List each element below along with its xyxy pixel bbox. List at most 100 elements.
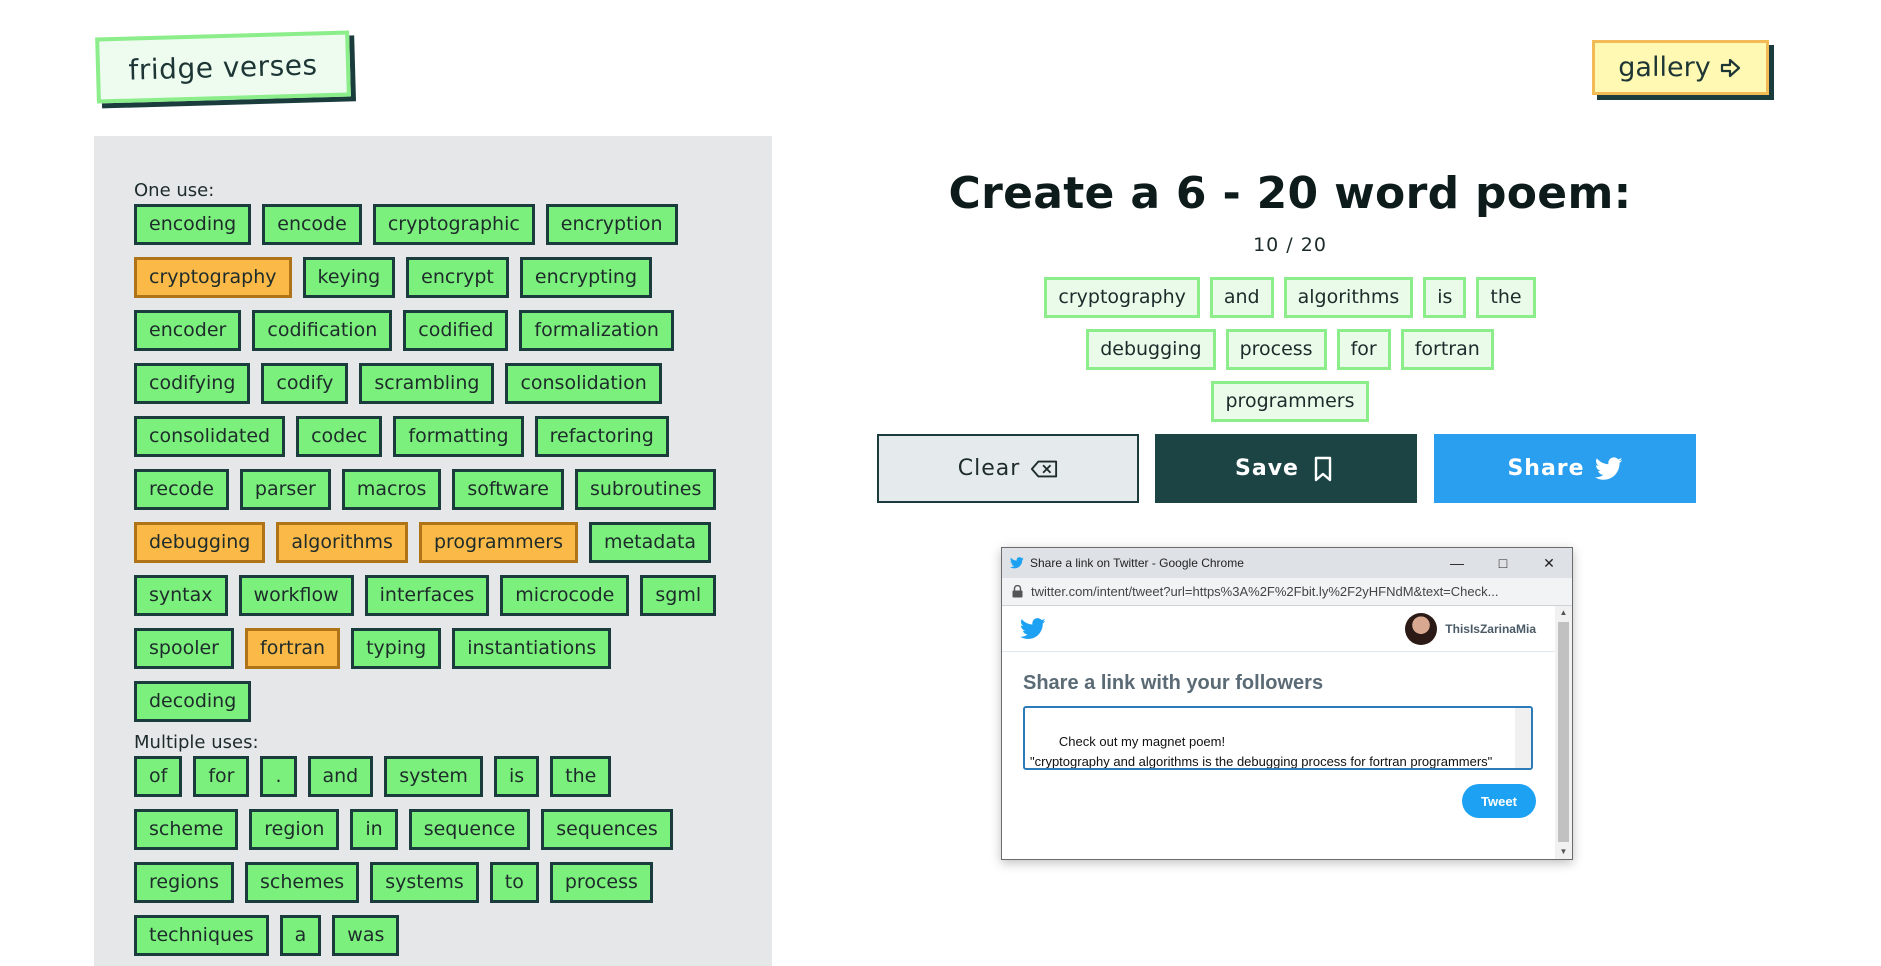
address-bar[interactable]: twitter.com/intent/tweet?url=https%3A%2F… (1002, 578, 1572, 606)
word-tile[interactable]: subroutines (574, 469, 717, 510)
poem-word[interactable]: algorithms (1283, 277, 1414, 318)
word-tile[interactable]: systems (370, 862, 479, 903)
word-tile[interactable]: syntax (134, 575, 228, 616)
word-bank-panel: One use: encoding encode cryptographic encr… (94, 136, 772, 966)
word-tile[interactable]: to (489, 862, 539, 903)
avatar (1405, 612, 1438, 645)
word-tile[interactable]: sgml (640, 575, 717, 616)
poem-word[interactable]: programmers (1211, 381, 1369, 422)
word-tile[interactable]: recode (134, 469, 229, 510)
word-tile[interactable]: typing (351, 628, 442, 669)
close-icon[interactable]: ✕ (1526, 548, 1572, 578)
word-tile[interactable]: spooler (134, 628, 234, 669)
word-tile[interactable]: of (134, 756, 183, 797)
word-tile[interactable]: encrypting (519, 257, 653, 298)
word-tile[interactable]: encode (262, 204, 362, 245)
word-tile[interactable]: regions (134, 862, 234, 903)
textarea-scrollbar[interactable] (1515, 708, 1531, 768)
minimize-icon[interactable]: — (1434, 548, 1480, 578)
word-tile[interactable]: techniques (134, 915, 269, 956)
tweet-button[interactable]: Tweet (1462, 784, 1536, 818)
word-tile[interactable]: microcode (500, 575, 630, 616)
word-tile[interactable]: parser (239, 469, 331, 510)
word-tile[interactable]: macros (341, 469, 442, 510)
word-tile[interactable]: encoding (134, 204, 252, 245)
word-tile[interactable]: codification (252, 310, 393, 351)
word-tile[interactable]: debugging (134, 522, 266, 563)
word-tile[interactable]: is (493, 756, 540, 797)
word-tile[interactable]: scrambling (359, 363, 495, 404)
gallery-label: gallery (1618, 52, 1711, 83)
word-tile[interactable]: sequences (541, 809, 673, 850)
gallery-button[interactable]: gallery (1592, 40, 1769, 95)
word-tile[interactable]: region (249, 809, 340, 850)
word-tile[interactable]: refactoring (534, 416, 669, 457)
word-tile[interactable]: fortran (245, 628, 341, 669)
one-use-label: One use: (134, 180, 215, 201)
word-tile[interactable]: sequence (408, 809, 531, 850)
tweet-text: Check out my magnet poem! "cryptography … (1030, 734, 1493, 769)
tweet-textarea[interactable]: Check out my magnet poem! "cryptography … (1023, 706, 1533, 770)
word-tile[interactable]: codifying (134, 363, 251, 404)
word-tile[interactable]: cryptography (134, 257, 292, 298)
word-tile[interactable]: . (260, 756, 297, 797)
word-tile[interactable]: codify (261, 363, 349, 404)
twitter-username: ThisIsZarinaMia (1445, 621, 1536, 636)
word-tile[interactable]: encryption (545, 204, 678, 245)
word-tile[interactable]: algorithms (276, 522, 408, 563)
twitter-bird-icon (1594, 456, 1623, 480)
word-tile[interactable]: software (452, 469, 564, 510)
word-tile[interactable]: encrypt (406, 257, 509, 298)
word-tile[interactable]: formalization (519, 310, 674, 351)
word-tile[interactable]: consolidation (505, 363, 662, 404)
word-tile[interactable]: scheme (134, 809, 239, 850)
poem-area: cryptography and algorithms is the debugging p… (1020, 277, 1560, 422)
poem-word[interactable]: fortran (1400, 329, 1494, 370)
save-button[interactable]: Save (1155, 434, 1417, 503)
page-title: Create a 6 - 20 word poem: (948, 168, 1632, 219)
window-title: Share a link on Twitter - Google Chrome (1030, 556, 1244, 570)
word-tile[interactable]: was (332, 915, 400, 956)
word-tile[interactable]: codec (296, 416, 383, 457)
word-tile[interactable]: the (550, 756, 612, 797)
word-tile[interactable]: codified (403, 310, 509, 351)
logo-text: fridge verses (128, 47, 318, 87)
poem-word[interactable]: the (1476, 277, 1536, 318)
twitter-share-window: Share a link on Twitter - Google Chrome … (1001, 547, 1573, 860)
word-tile[interactable]: cryptographic (372, 204, 535, 245)
scroll-up-icon[interactable]: ▲ (1555, 606, 1572, 620)
word-tile[interactable]: programmers (418, 522, 578, 563)
word-tile[interactable]: interfaces (364, 575, 490, 616)
poem-word[interactable]: debugging (1086, 329, 1216, 370)
word-tile[interactable]: schemes (245, 862, 360, 903)
maximize-icon[interactable]: □ (1480, 548, 1526, 578)
window-titlebar: Share a link on Twitter - Google Chrome … (1002, 548, 1572, 578)
word-tile[interactable]: a (279, 915, 322, 956)
word-tile[interactable]: workflow (238, 575, 354, 616)
clear-button[interactable]: Clear (877, 434, 1139, 503)
window-scrollbar[interactable]: ▲ ▼ (1555, 606, 1572, 859)
poem-word[interactable]: process (1225, 329, 1327, 370)
word-tile[interactable]: and (307, 756, 374, 797)
poem-word[interactable]: for (1336, 329, 1391, 370)
poem-word[interactable]: cryptography (1044, 277, 1200, 318)
app-logo[interactable]: fridge verses (95, 30, 351, 104)
word-tile[interactable]: process (549, 862, 653, 903)
poem-word[interactable]: is (1423, 277, 1467, 318)
word-tile[interactable]: encoder (134, 310, 242, 351)
word-tile[interactable]: system (384, 756, 483, 797)
word-tile[interactable]: instantiations (452, 628, 612, 669)
word-tile[interactable]: formatting (393, 416, 524, 457)
scroll-down-icon[interactable]: ▼ (1555, 845, 1572, 859)
word-tile[interactable]: metadata (588, 522, 712, 563)
word-tile[interactable]: in (350, 809, 398, 850)
clear-label: Clear (957, 456, 1021, 481)
word-tile[interactable]: consolidated (134, 416, 286, 457)
poem-word[interactable]: and (1209, 277, 1274, 318)
word-tile[interactable]: decoding (134, 681, 252, 722)
twitter-account[interactable]: ThisIsZarinaMia (1405, 612, 1536, 645)
scrollbar-thumb[interactable] (1558, 622, 1569, 842)
word-tile[interactable]: keying (302, 257, 396, 298)
share-button[interactable]: Share (1434, 434, 1696, 503)
word-tile[interactable]: for (193, 756, 250, 797)
